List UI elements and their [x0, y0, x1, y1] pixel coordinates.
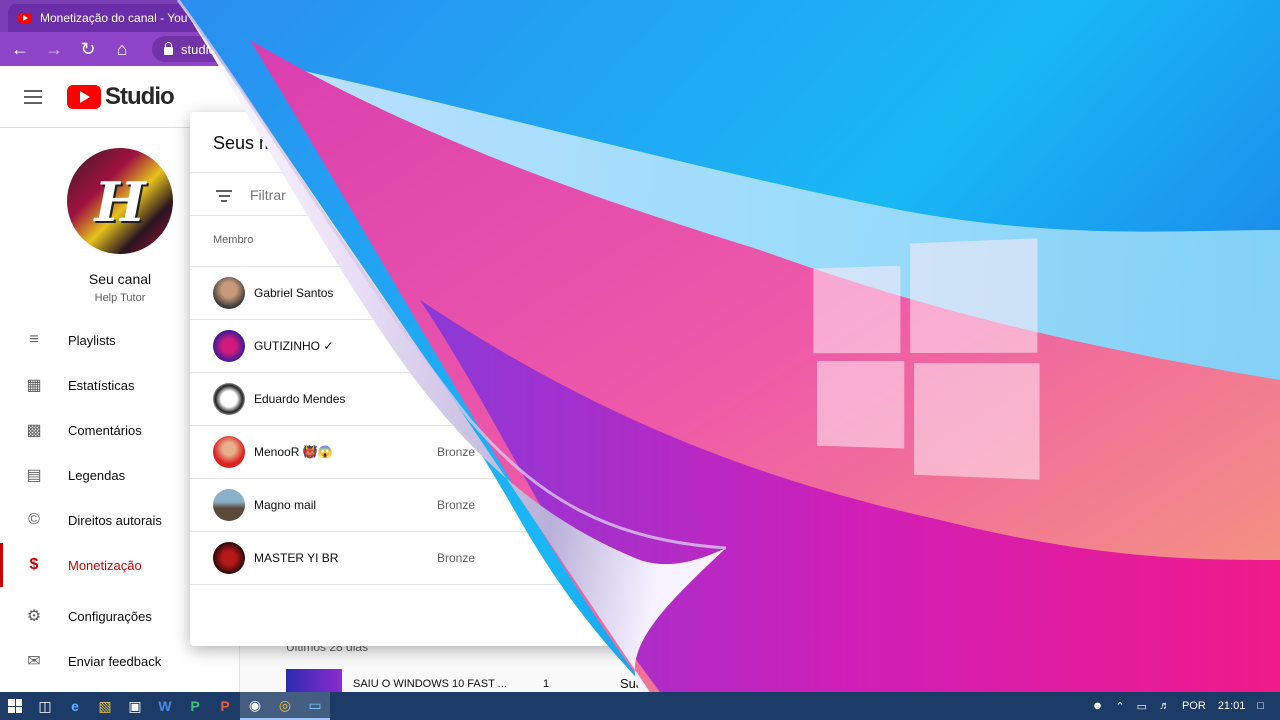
member-name: MenooR 👹😱 — [254, 445, 333, 459]
member-name: Eduardo Mendes — [254, 392, 346, 406]
sidebar-item-label: Configurações — [68, 608, 152, 624]
member-level: Bronze — [437, 498, 476, 512]
member-row[interactable]: Gabriel Santos — [190, 267, 660, 320]
lock-icon — [164, 41, 173, 55]
feedback-icon: ✉ — [27, 653, 41, 670]
network-icon[interactable]: ▭ — [1137, 700, 1147, 713]
column-header-member: Membro — [213, 234, 254, 246]
member-name: MASTER YI BR — [254, 551, 339, 565]
member-row[interactable]: Eduardo Mendes Pra — [190, 373, 660, 426]
member-row[interactable]: MenooR 👹😱 Bronze — [190, 426, 660, 479]
people-icon[interactable]: ☻ — [1092, 700, 1104, 712]
clock[interactable]: 21:01 — [1218, 700, 1246, 712]
file-explorer-icon[interactable]: ▧ — [90, 692, 120, 720]
notifications-icon[interactable]: □ — [1257, 700, 1264, 712]
edge-icon[interactable]: e — [60, 692, 90, 720]
sidebar-item-label: Direitos autorais — [68, 512, 162, 528]
obs-icon[interactable]: ◉ — [240, 692, 270, 720]
task-view-icon[interactable]: ◫ — [30, 692, 60, 720]
members-dialog: Seus m Membro Gabriel Santos GUTIZINHO ✓… — [190, 112, 660, 646]
offer-text: Sua oferta — [620, 676, 680, 691]
member-row[interactable]: GUTIZINHO ✓ — [190, 320, 660, 373]
address-bar[interactable]: studio.y — [152, 36, 572, 62]
avatar — [213, 330, 245, 362]
member-name: Magno mail — [254, 498, 317, 512]
member-row[interactable]: MASTER YI BR Bronze — [190, 532, 660, 585]
avatar — [213, 383, 245, 415]
filter-input[interactable] — [250, 187, 550, 203]
chevron-up-icon[interactable]: ⌃ — [1115, 700, 1124, 713]
video-count: 1 — [543, 678, 550, 690]
youtube-logo-icon — [67, 85, 101, 109]
filter-icon[interactable] — [216, 190, 232, 205]
windows-logo-icon — [813, 238, 1040, 480]
hamburger-menu-icon[interactable] — [24, 90, 42, 108]
dollar-icon: $ — [29, 556, 39, 573]
member-level: Bronze — [437, 445, 476, 459]
publisher-icon[interactable]: P — [180, 692, 210, 720]
browser-tab-bar: Monetização do canal - You — [0, 0, 1280, 32]
member-name: GUTIZINHO ✓ — [254, 339, 334, 353]
browser-tab[interactable]: Monetização do canal - You — [8, 4, 248, 32]
browser-toolbar: ← → ↻ ⌂ studio.y — [0, 32, 1280, 66]
tab-title: Monetização do canal - You — [40, 11, 188, 25]
store-icon[interactable]: ▣ — [120, 692, 150, 720]
subtitles-icon: ▤ — [26, 467, 42, 484]
member-level: Pra — [437, 392, 456, 406]
studio-logo[interactable]: Studio — [67, 83, 175, 111]
sidebar-item-label: Comentários — [68, 422, 142, 438]
back-arrow-icon[interactable]: ← — [10, 39, 30, 59]
chrome-icon[interactable]: ◎ — [270, 692, 300, 720]
reload-icon[interactable]: ↻ — [78, 39, 98, 59]
copyright-icon: © — [28, 511, 40, 528]
avatar — [213, 436, 245, 468]
sidebar-item-label: Legendas — [68, 467, 126, 483]
sidebar-item-label: Monetização — [68, 557, 142, 573]
youtube-favicon-icon — [18, 13, 32, 23]
avatar — [213, 542, 245, 574]
taskbar: ◫ e ▧ ▣ W P P ◉ ◎ ▭ ☻ ⌃ ▭ ♬ POR 21:01 □ — [0, 692, 1280, 720]
avatar — [213, 489, 245, 521]
word-icon[interactable]: W — [150, 692, 180, 720]
sidebar-item-label: Enviar feedback — [68, 653, 162, 669]
language-indicator[interactable]: POR — [1182, 700, 1206, 712]
windows-start-icon — [8, 699, 22, 713]
start-button[interactable] — [0, 692, 30, 720]
powerpoint-icon[interactable]: P — [210, 692, 240, 720]
avatar — [213, 277, 245, 309]
home-icon[interactable]: ⌂ — [112, 39, 132, 59]
dialog-title: Seus m — [213, 133, 275, 153]
member-level: Bronze — [437, 551, 476, 565]
forward-arrow-icon[interactable]: → — [44, 39, 64, 59]
member-row[interactable]: Magno mail Bronze — [190, 479, 660, 532]
video-title[interactable]: SAIU O WINDOWS 10 FAST ... — [353, 678, 507, 690]
comments-icon: ▩ — [26, 422, 42, 439]
system-tray: ☻ ⌃ ▭ ♬ POR 21:01 □ — [1092, 692, 1280, 720]
playlists-icon: ≡ — [29, 331, 39, 348]
channel-avatar[interactable]: H — [67, 148, 173, 254]
url-text: studio.y — [181, 41, 226, 57]
video-thumbnail[interactable] — [286, 669, 342, 692]
volume-icon[interactable]: ♬ — [1159, 700, 1170, 712]
analytics-icon: ▦ — [26, 377, 42, 394]
gear-icon: ⚙ — [26, 608, 42, 625]
studio-logo-text: Studio — [105, 83, 175, 110]
filter-bar[interactable] — [190, 172, 660, 216]
member-name: Gabriel Santos — [254, 286, 334, 300]
video-app-icon[interactable]: ▭ — [300, 692, 330, 720]
sidebar-item-label: Playlists — [68, 332, 116, 348]
sidebar-item-label: Estatísticas — [68, 377, 135, 393]
